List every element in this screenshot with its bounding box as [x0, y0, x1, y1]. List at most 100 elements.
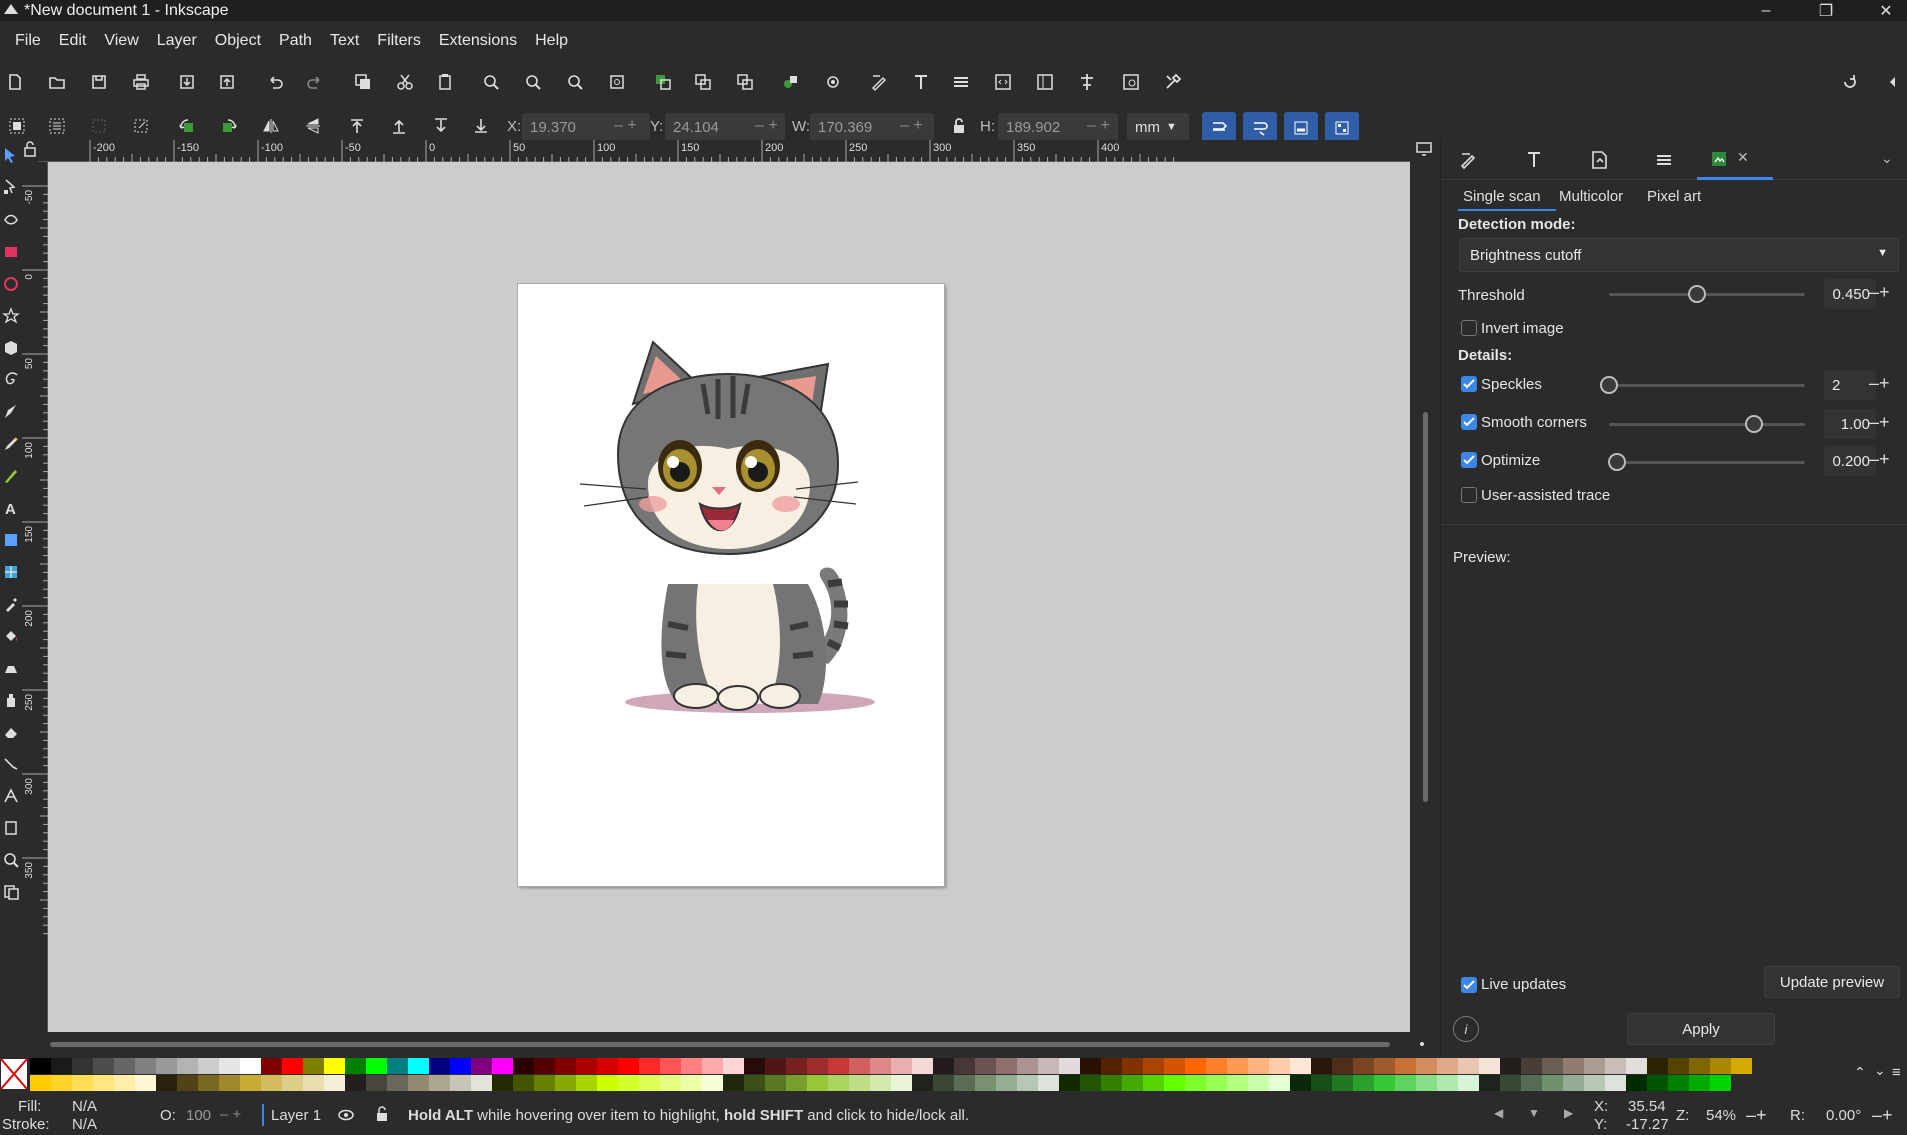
color-swatch[interactable] — [744, 1075, 765, 1091]
color-swatch[interactable] — [618, 1058, 639, 1074]
color-swatch[interactable] — [1689, 1058, 1710, 1074]
lower-icon[interactable] — [428, 113, 454, 139]
color-swatch[interactable] — [849, 1058, 870, 1074]
color-swatch[interactable] — [1626, 1058, 1647, 1074]
color-swatch[interactable] — [912, 1058, 933, 1074]
speckles-slider[interactable] — [1609, 384, 1805, 387]
color-swatch[interactable] — [1164, 1075, 1185, 1091]
palette-scroll-up-icon[interactable]: ⌃ — [1854, 1064, 1866, 1081]
opacity-stepper-icon[interactable]: – + — [220, 1106, 241, 1123]
color-swatch[interactable] — [576, 1058, 597, 1074]
invert-image-checkbox[interactable] — [1461, 320, 1477, 336]
close-icon[interactable]: ✕ — [1866, 0, 1906, 21]
menu-filters[interactable]: Filters — [368, 32, 430, 50]
color-swatch[interactable] — [219, 1058, 240, 1074]
color-swatch[interactable] — [1437, 1058, 1458, 1074]
color-swatch[interactable] — [1500, 1058, 1521, 1074]
flip-vertical-icon[interactable] — [300, 113, 326, 139]
color-swatch[interactable] — [282, 1058, 303, 1074]
zoom-page-icon[interactable] — [562, 69, 588, 95]
color-swatch[interactable] — [618, 1075, 639, 1091]
color-swatch[interactable] — [1416, 1058, 1437, 1074]
color-swatch[interactable] — [366, 1075, 387, 1091]
vertical-scrollbar[interactable] — [1410, 142, 1440, 1032]
color-swatch[interactable] — [1290, 1058, 1311, 1074]
color-swatch[interactable] — [786, 1075, 807, 1091]
horizontal-scroll-thumb[interactable] — [50, 1042, 1390, 1047]
spiral-tool-icon[interactable] — [2, 371, 20, 389]
guide-lock-icon[interactable] — [22, 140, 38, 162]
paste-icon[interactable] — [432, 69, 458, 95]
page-select-icon[interactable]: ▼ — [1528, 1106, 1540, 1120]
color-swatch[interactable] — [828, 1075, 849, 1091]
color-swatch[interactable] — [513, 1075, 534, 1091]
color-swatch[interactable] — [1521, 1075, 1542, 1091]
paint-bucket-tool-icon[interactable] — [2, 627, 20, 645]
page-next-icon[interactable]: ▶ — [1564, 1106, 1573, 1120]
tab-pixel-art[interactable]: Pixel art — [1647, 188, 1701, 205]
threshold-stepper-icon[interactable]: –+ — [1869, 282, 1890, 303]
lpe-tool-icon[interactable] — [2, 787, 20, 805]
color-swatch[interactable] — [450, 1075, 471, 1091]
color-swatch[interactable] — [177, 1075, 198, 1091]
color-swatch[interactable] — [660, 1075, 681, 1091]
color-swatch[interactable] — [1521, 1058, 1542, 1074]
dropper-tool-icon[interactable] — [2, 595, 20, 613]
color-swatch[interactable] — [219, 1075, 240, 1091]
color-swatch[interactable] — [996, 1075, 1017, 1091]
export-icon[interactable] — [214, 69, 240, 95]
color-swatch[interactable] — [1479, 1058, 1500, 1074]
color-swatch[interactable] — [1353, 1058, 1374, 1074]
color-swatch[interactable] — [639, 1075, 660, 1091]
color-swatch[interactable] — [1143, 1075, 1164, 1091]
color-swatch[interactable] — [1542, 1075, 1563, 1091]
color-swatch[interactable] — [807, 1075, 828, 1091]
color-swatch[interactable] — [387, 1058, 408, 1074]
color-swatch[interactable] — [345, 1058, 366, 1074]
color-swatch[interactable] — [408, 1058, 429, 1074]
color-swatch[interactable] — [996, 1058, 1017, 1074]
speckles-checkbox[interactable] — [1461, 376, 1477, 392]
menu-path[interactable]: Path — [270, 32, 321, 50]
tweak-color-tool-icon[interactable] — [2, 659, 20, 677]
color-swatch[interactable] — [1584, 1075, 1605, 1091]
color-swatch[interactable] — [93, 1075, 114, 1091]
color-swatch[interactable] — [1311, 1058, 1332, 1074]
text-tool-icon[interactable]: A — [2, 499, 20, 517]
speckles-slider-knob[interactable] — [1600, 376, 1618, 394]
color-swatch[interactable] — [72, 1075, 93, 1091]
stroke-value[interactable]: N/A — [72, 1116, 97, 1133]
color-swatch[interactable] — [1605, 1058, 1626, 1074]
color-swatch[interactable] — [1395, 1075, 1416, 1091]
optimize-stepper-icon[interactable]: –+ — [1869, 449, 1890, 470]
color-swatch[interactable] — [1374, 1058, 1395, 1074]
preferences-icon[interactable] — [1160, 69, 1186, 95]
color-swatch[interactable] — [975, 1075, 996, 1091]
y-stepper-icon[interactable]: – + — [755, 117, 778, 135]
spray-tool-icon[interactable] — [2, 691, 20, 709]
menu-help[interactable]: Help — [526, 32, 577, 50]
calligraphy-tool-icon[interactable] — [2, 467, 20, 485]
color-swatch[interactable] — [198, 1058, 219, 1074]
copy-icon[interactable] — [350, 69, 376, 95]
color-swatch[interactable] — [429, 1058, 450, 1074]
import-icon[interactable] — [174, 69, 200, 95]
connector-tool-icon[interactable] — [2, 755, 20, 773]
star-tool-icon[interactable] — [2, 307, 20, 325]
palette-menu-icon[interactable]: ≡ — [1892, 1064, 1901, 1081]
speckles-stepper-icon[interactable]: –+ — [1869, 373, 1890, 394]
user-assisted-trace-checkbox[interactable] — [1461, 487, 1477, 503]
color-swatch[interactable] — [1164, 1058, 1185, 1074]
color-swatch[interactable] — [1563, 1058, 1584, 1074]
color-swatch[interactable] — [303, 1075, 324, 1091]
text-font-icon[interactable] — [908, 69, 934, 95]
color-swatch[interactable] — [1059, 1058, 1080, 1074]
rotate-value[interactable]: 0.00° — [1826, 1107, 1861, 1124]
deselect-icon[interactable] — [128, 113, 154, 139]
color-swatch[interactable] — [807, 1058, 828, 1074]
color-swatch[interactable] — [933, 1075, 954, 1091]
color-swatch[interactable] — [408, 1075, 429, 1091]
color-swatch[interactable] — [1248, 1075, 1269, 1091]
color-swatch[interactable] — [1353, 1075, 1374, 1091]
smooth-corners-slider-knob[interactable] — [1745, 415, 1764, 433]
